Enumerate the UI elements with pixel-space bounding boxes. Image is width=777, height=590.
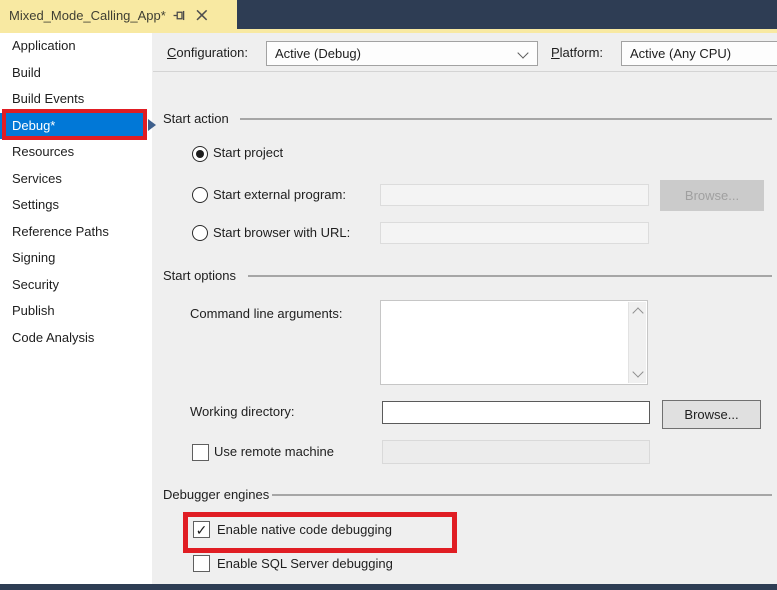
remote-machine-input[interactable] (382, 440, 650, 464)
external-program-input[interactable] (380, 184, 649, 206)
sidebar-item-application[interactable]: Application (0, 33, 152, 60)
working-directory-label: Working directory: (190, 404, 295, 419)
properties-window: Mixed_Mode_Calling_App* × Application Bui… (0, 0, 777, 590)
scroll-up-icon[interactable] (632, 307, 644, 319)
sidebar-item-publish[interactable]: Publish (0, 298, 152, 325)
use-remote-machine-label: Use remote machine (214, 444, 334, 459)
radio-start-external-program-label: Start external program: (213, 187, 346, 202)
sidebar-item-debug[interactable]: Debug* (0, 112, 146, 139)
configuration-value: Active (Debug) (275, 46, 361, 61)
enable-native-code-debugging-label: Enable native code debugging (217, 522, 392, 537)
tab-title: Mixed_Mode_Calling_App* (9, 7, 166, 23)
sidebar-item-resources[interactable]: Resources (0, 139, 152, 166)
use-remote-machine-checkbox[interactable] (192, 444, 209, 461)
scroll-down-icon[interactable] (632, 366, 644, 378)
selected-item-arrow (148, 119, 156, 131)
section-title-start-action: Start action (163, 111, 229, 126)
sidebar: Application Build Build Events Debug* Resour… (0, 33, 152, 584)
radio-start-browser-url[interactable] (192, 225, 208, 241)
enable-native-code-debugging-checkbox[interactable]: ✓ (193, 521, 210, 538)
radio-start-external-program[interactable] (192, 187, 208, 203)
textarea-scrollbar[interactable] (628, 302, 646, 383)
sidebar-item-security[interactable]: Security (0, 272, 152, 299)
section-title-start-options: Start options (163, 268, 236, 283)
close-icon[interactable]: × (194, 6, 210, 25)
enable-sql-server-debugging-label: Enable SQL Server debugging (217, 556, 393, 571)
browse-working-directory-button[interactable]: Browse... (662, 400, 761, 429)
sidebar-item-code-analysis[interactable]: Code Analysis (0, 325, 152, 352)
working-directory-input[interactable] (382, 401, 650, 424)
sidebar-item-reference-paths[interactable]: Reference Paths (0, 219, 152, 246)
platform-dropdown[interactable]: Active (Any CPU) (621, 41, 777, 66)
pin-icon[interactable] (172, 7, 188, 23)
platform-label: Platform: (551, 45, 604, 60)
document-tab[interactable]: Mixed_Mode_Calling_App* × (0, 0, 237, 33)
chevron-down-icon (517, 47, 529, 59)
section-line (240, 118, 772, 120)
browse-external-button[interactable]: Browse... (660, 180, 764, 211)
sidebar-item-signing[interactable]: Signing (0, 245, 152, 272)
radio-start-project[interactable] (192, 146, 208, 162)
sidebar-item-build-events[interactable]: Build Events (0, 86, 152, 113)
configuration-label: Configuration: (167, 45, 248, 60)
enable-sql-server-debugging-checkbox[interactable] (193, 555, 210, 572)
radio-start-browser-url-label: Start browser with URL: (213, 225, 351, 240)
section-title-debugger-engines: Debugger engines (163, 487, 270, 502)
sidebar-item-settings[interactable]: Settings (0, 192, 152, 219)
toolbar-separator (153, 71, 777, 72)
sidebar-item-build[interactable]: Build (0, 60, 152, 87)
sidebar-item-services[interactable]: Services (0, 166, 152, 193)
command-line-arguments-textarea[interactable] (380, 300, 648, 385)
configuration-dropdown[interactable]: Active (Debug) (266, 41, 538, 66)
section-line (272, 494, 772, 496)
section-line (248, 275, 772, 277)
command-line-arguments-label: Command line arguments: (190, 306, 343, 321)
browser-url-input[interactable] (380, 222, 649, 244)
platform-value: Active (Any CPU) (630, 46, 732, 61)
checkmark-icon: ✓ (195, 521, 208, 538)
radio-start-project-label: Start project (213, 145, 284, 160)
window-bottom-border (0, 584, 777, 590)
